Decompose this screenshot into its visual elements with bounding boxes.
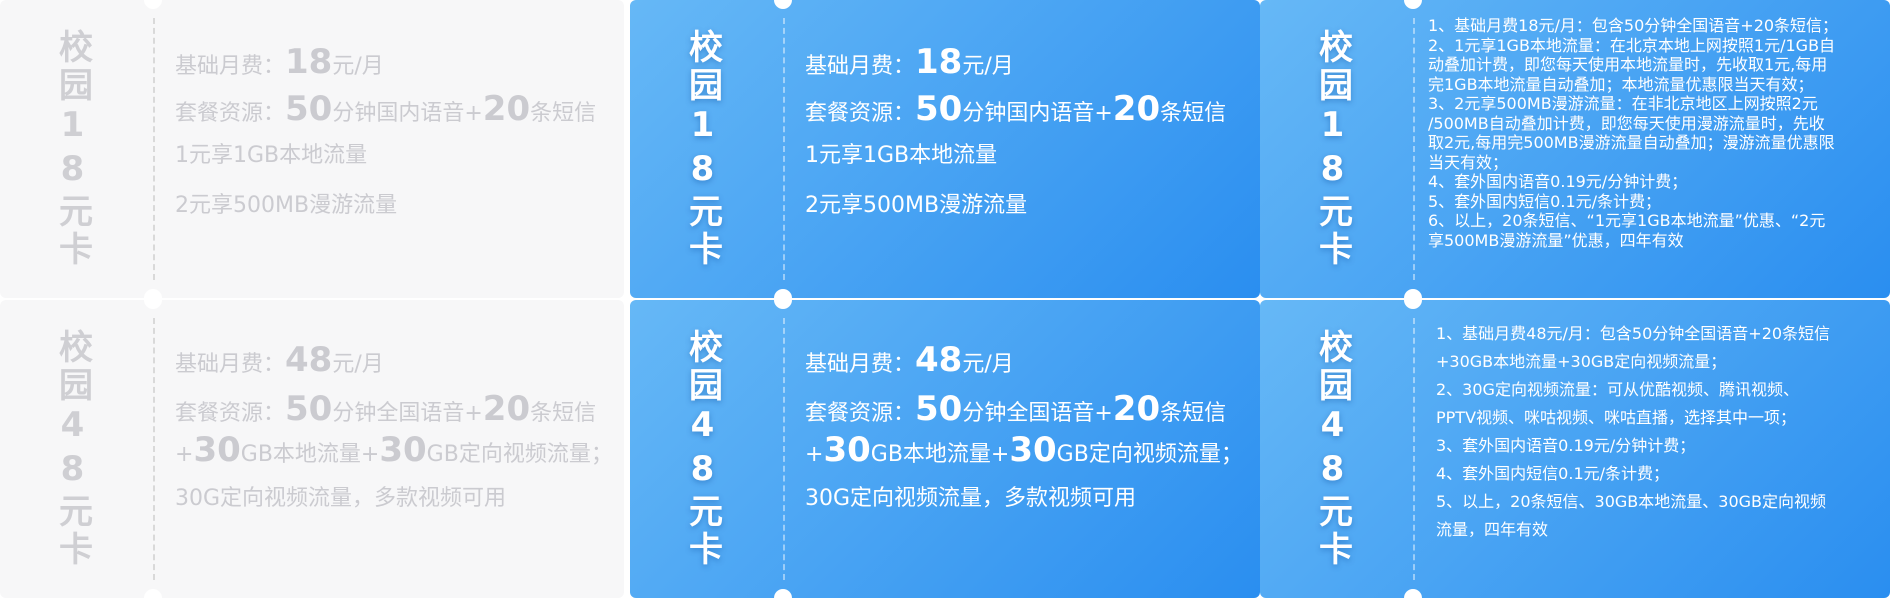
plan-card-48-details[interactable]: 校园48元卡 1、基础月费48元/月：包含50分钟全国语音+20条短信 +30G… (1260, 300, 1890, 598)
rule-line: 5、套外国内短信0.1元/条计费； (1428, 191, 1662, 211)
package-resources-line: 套餐资源：50分钟全国语音+20条短信 (805, 389, 1227, 429)
perforation-line (153, 18, 155, 280)
notch-top (144, 0, 162, 9)
rule-line: /500MB自动叠加计费，即您每天使用漫游流量时，先收 (1428, 113, 1825, 133)
notch-bottom (1404, 289, 1422, 298)
plan-card-18-inactive[interactable]: 校园18元卡 基础月费：18元/月 套餐资源：50分钟国内语音+20条短信 1元… (0, 0, 624, 298)
rule-line: 1、基础月费48元/月：包含50分钟全国语音+20条短信 (1436, 324, 1831, 343)
local-data-line: 1元享1GB本地流量 (805, 143, 998, 168)
card-stub-title: 校园18元卡 (1312, 29, 1353, 269)
card-stub-title: 校园18元卡 (52, 29, 93, 269)
card-content: 基础月费：48元/月 套餐资源：50分钟全国语音+20条短信 +30GB本地流量… (175, 300, 613, 598)
rule-line: 2、1元享1GB本地流量：在北京本地上网按照1元/1GB自 (1428, 35, 1836, 55)
notch-top (774, 300, 792, 309)
monthly-fee-line: 基础月费：18元/月 (175, 42, 384, 82)
perforation-line (1413, 18, 1415, 280)
plan-rules: 1、基础月费18元/月：包含50分钟全国语音+20条短信； 2、1元享1GB本地… (1428, 0, 1880, 298)
notch-bottom (144, 589, 162, 598)
card-stub: 校园48元卡 (1260, 300, 1405, 598)
rule-line: +30GB本地流量+30GB定向视频流量； (1436, 352, 1727, 371)
card-stub-title: 校园48元卡 (682, 329, 723, 569)
roaming-data-line: 2元享500MB漫游流量 (805, 193, 1028, 218)
rule-line: 完1GB本地流量自动叠加；本地流量优惠限当天有效； (1428, 74, 1814, 94)
notch-bottom (774, 289, 792, 298)
perforation-line (1413, 318, 1415, 580)
perforation-line (783, 318, 785, 580)
card-content: 基础月费：18元/月 套餐资源：50分钟国内语音+20条短信 1元享1GB本地流… (175, 0, 608, 298)
rule-line: 当天有效； (1428, 152, 1509, 172)
rule-line: 1、基础月费18元/月：包含50分钟全国语音+20条短信； (1428, 16, 1839, 35)
package-resources-line: 套餐资源：50分钟全国语音+20条短信 (175, 389, 597, 429)
perforation-line (783, 18, 785, 280)
rule-line: 2、30G定向视频流量：可从优酷视频、腾讯视频、 (1436, 380, 1799, 399)
notch-bottom (144, 289, 162, 298)
perforation-line (153, 318, 155, 580)
rule-line: PPTV视频、咪咕视频、咪咕直播，选择其中一项； (1436, 408, 1797, 427)
rule-line: 3、2元享500MB漫游流量：在非北京地区上网按照2元 (1428, 94, 1818, 113)
data-allowance-line: +30GB本地流量+30GB定向视频流量； (175, 430, 613, 470)
card-stub: 校园18元卡 (0, 0, 145, 298)
monthly-fee-line: 基础月费：18元/月 (805, 42, 1014, 82)
package-resources-line: 套餐资源：50分钟国内语音+20条短信 (805, 89, 1227, 129)
monthly-fee-line: 基础月费：48元/月 (175, 340, 384, 380)
rule-line: 流量，四年有效 (1436, 520, 1549, 539)
plan-card-48-inactive[interactable]: 校园48元卡 基础月费：48元/月 套餐资源：50分钟全国语音+20条短信 +3… (0, 300, 624, 598)
card-stub-title: 校园48元卡 (52, 329, 93, 569)
rule-line: 4、套外国内短信0.1元/条计费； (1436, 464, 1670, 483)
rule-line: 4、套外国内语音0.19元/分钟计费； (1428, 172, 1688, 191)
card-stub-title: 校园48元卡 (1312, 329, 1353, 569)
video-data-line: 30G定向视频流量，多款视频可用 (175, 486, 507, 511)
card-content: 基础月费：48元/月 套餐资源：50分钟全国语音+20条短信 +30GB本地流量… (805, 300, 1244, 598)
plan-card-18-details[interactable]: 校园18元卡 1、基础月费18元/月：包含50分钟全国语音+20条短信； 2、1… (1260, 0, 1890, 298)
notch-bottom (774, 589, 792, 598)
rule-line: 享500MB漫游流量”优惠，四年有效 (1428, 230, 1684, 250)
local-data-line: 1元享1GB本地流量 (175, 143, 368, 168)
card-stub: 校园18元卡 (630, 0, 775, 298)
roaming-data-line: 2元享500MB漫游流量 (175, 193, 398, 218)
rule-line: 取2元,每用完500MB漫游流量自动叠加；漫游流量优惠限 (1428, 133, 1835, 152)
plan-card-48-active[interactable]: 校园48元卡 基础月费：48元/月 套餐资源：50分钟全国语音+20条短信 +3… (630, 300, 1260, 598)
card-stub: 校园48元卡 (630, 300, 775, 598)
rule-line: 6、以上，20条短信、“1元享1GB本地流量”优惠、“2元 (1428, 211, 1826, 230)
plan-card-18-active[interactable]: 校园18元卡 基础月费：18元/月 套餐资源：50分钟国内语音+20条短信 1元… (630, 0, 1260, 298)
package-resources-line: 套餐资源：50分钟国内语音+20条短信 (175, 89, 597, 129)
notch-top (774, 0, 792, 9)
notch-top (1404, 300, 1422, 309)
notch-bottom (1404, 589, 1422, 598)
rule-line: 5、以上，20条短信、30GB本地流量、30GB定向视频 (1436, 492, 1827, 511)
notch-top (144, 300, 162, 309)
card-stub: 校园18元卡 (1260, 0, 1405, 298)
monthly-fee-line: 基础月费：48元/月 (805, 340, 1014, 380)
notch-top (1404, 0, 1422, 9)
card-stub-title: 校园18元卡 (682, 29, 723, 269)
rule-line: 3、套外国内语音0.19元/分钟计费； (1436, 436, 1696, 455)
plan-rules: 1、基础月费48元/月：包含50分钟全国语音+20条短信 +30GB本地流量+3… (1436, 300, 1880, 598)
video-data-line: 30G定向视频流量，多款视频可用 (805, 486, 1137, 511)
data-allowance-line: +30GB本地流量+30GB定向视频流量； (805, 430, 1243, 470)
card-content: 基础月费：18元/月 套餐资源：50分钟国内语音+20条短信 1元享1GB本地流… (805, 0, 1244, 298)
rule-line: 动叠加计费，即您每天使用本地流量时，先收取1元,每用 (1428, 55, 1828, 74)
card-stub: 校园48元卡 (0, 300, 145, 598)
